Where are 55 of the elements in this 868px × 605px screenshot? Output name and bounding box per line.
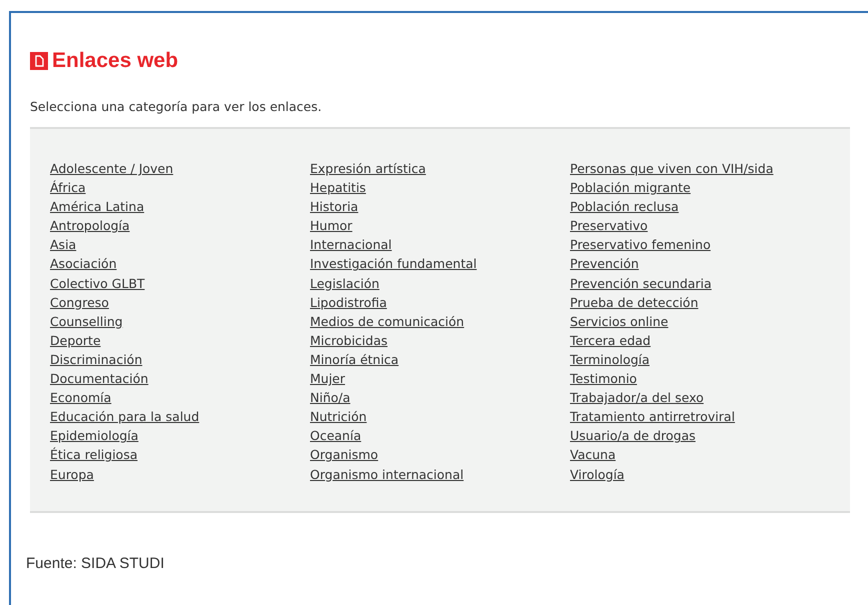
category-link[interactable]: Mujer bbox=[310, 369, 346, 388]
category-link[interactable]: Prevención secundaria bbox=[570, 274, 712, 293]
category-link[interactable]: Discriminación bbox=[50, 350, 142, 370]
category-link[interactable]: Epidemiología bbox=[50, 426, 138, 446]
category-link[interactable]: Educación para la salud bbox=[50, 407, 200, 426]
category-link[interactable]: Microbicidas bbox=[310, 330, 388, 350]
category-link[interactable]: Asia bbox=[50, 235, 76, 254]
category-link[interactable]: Humor bbox=[310, 216, 352, 236]
category-link[interactable]: Documentación bbox=[50, 369, 148, 388]
category-link[interactable]: Expresión artística bbox=[310, 159, 426, 178]
category-link[interactable]: Hepatitis bbox=[310, 178, 366, 198]
category-link[interactable]: Colectivo GLBT bbox=[50, 274, 145, 293]
page-title: Enlaces web bbox=[52, 49, 178, 73]
category-link[interactable]: Legislación bbox=[310, 274, 380, 293]
category-link[interactable]: Vacuna bbox=[570, 445, 616, 464]
category-link[interactable]: Ética religiosa bbox=[50, 445, 138, 464]
category-link[interactable]: Población migrante bbox=[570, 178, 691, 198]
category-link[interactable]: Oceanía bbox=[310, 426, 362, 446]
intro-text: Selecciona una categoría para ver los enlaces. bbox=[30, 99, 323, 114]
category-link[interactable]: Organismo bbox=[310, 445, 378, 464]
category-link[interactable]: Preservativo bbox=[570, 216, 648, 236]
category-link[interactable]: Nutrición bbox=[310, 407, 367, 426]
category-link[interactable]: Investigación fundamental bbox=[310, 254, 477, 274]
category-link[interactable]: Economía bbox=[50, 388, 112, 408]
category-link[interactable]: Europa bbox=[50, 464, 94, 484]
category-link[interactable]: Minoría étnica bbox=[310, 350, 399, 370]
category-link[interactable]: Servicios online bbox=[570, 312, 668, 331]
category-link[interactable]: Usuario/a de drogas bbox=[570, 426, 696, 446]
category-link[interactable]: Personas que viven con VIH/sida bbox=[570, 159, 774, 178]
category-link[interactable]: Medios de comunicación bbox=[310, 312, 464, 331]
category-link[interactable]: Prueba de detección bbox=[570, 292, 698, 312]
category-link[interactable]: Deporte bbox=[50, 330, 101, 350]
source-caption: Fuente: SIDA STUDI bbox=[26, 554, 166, 572]
category-link[interactable]: Terminología bbox=[570, 350, 650, 370]
category-link[interactable]: Adolescente / Joven bbox=[50, 159, 174, 178]
category-link[interactable]: Historia bbox=[310, 197, 358, 216]
category-link[interactable]: Counselling bbox=[50, 312, 123, 331]
category-link[interactable]: Virología bbox=[570, 464, 624, 484]
category-link[interactable]: Tercera edad bbox=[570, 330, 651, 350]
category-link[interactable]: Organismo internacional bbox=[310, 464, 464, 484]
category-link[interactable]: Testimonio bbox=[570, 369, 637, 388]
category-link[interactable]: Congreso bbox=[50, 292, 109, 312]
category-link[interactable]: Población reclusa bbox=[570, 197, 679, 216]
category-link[interactable]: Trabajador/a del sexo bbox=[570, 388, 704, 408]
category-link[interactable]: América Latina bbox=[50, 197, 144, 216]
category-link[interactable]: Prevención bbox=[570, 254, 639, 274]
category-link[interactable]: Niño/a bbox=[310, 388, 350, 408]
category-link[interactable]: Tratamiento antirretroviral bbox=[570, 407, 735, 426]
document-icon bbox=[30, 52, 48, 70]
category-link[interactable]: Antropología bbox=[50, 216, 130, 236]
category-link[interactable]: Internacional bbox=[310, 235, 392, 254]
category-link[interactable]: Lipodistrofia bbox=[310, 292, 387, 312]
category-link[interactable]: Asociación bbox=[50, 254, 117, 274]
category-link[interactable]: África bbox=[50, 178, 86, 198]
category-link[interactable]: Preservativo femenino bbox=[570, 235, 711, 254]
